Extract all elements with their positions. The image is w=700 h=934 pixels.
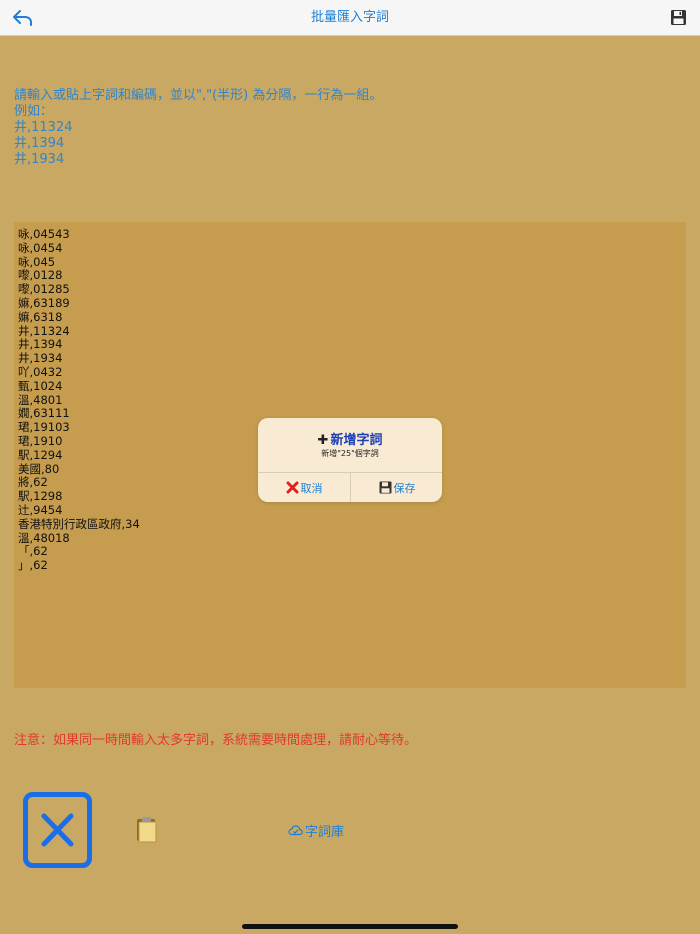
home-indicator	[242, 924, 458, 929]
clipboard-icon	[137, 817, 157, 843]
dialog-save-button[interactable]: 保存	[351, 473, 443, 502]
editor-line: 咏,045	[18, 254, 56, 269]
save-label: 保存	[393, 481, 416, 495]
editor-line: 嚟,0128	[18, 268, 63, 283]
editor-line: 辻,9454	[18, 502, 63, 517]
editor-line: 美國,80	[18, 461, 60, 476]
editor-line: 嫲,6318	[18, 309, 63, 324]
editor-line: 將,62	[18, 475, 48, 490]
editor-line: 溫,48018	[18, 530, 70, 545]
example-heading: 例如：	[14, 104, 54, 119]
add-words-dialog: ✚ 新增字詞 新增"25"個字詞 取消 保存	[258, 418, 442, 502]
close-button[interactable]	[23, 792, 92, 868]
editor-line: 嫲,63189	[18, 295, 70, 310]
editor-line: 「,62	[18, 544, 48, 559]
editor-line: 吖,0432	[18, 364, 63, 379]
editor-line: 駅,1294	[18, 447, 63, 462]
navigation-bar: 批量匯入字詞	[0, 0, 700, 36]
editor-line: 珺,19103	[18, 420, 70, 435]
dialog-title-text: 新增字詞	[330, 433, 383, 448]
instruction-text: 請輸入或貼上字詞和編碼，並以","(半形) 為分隔，一行為一組。	[14, 88, 383, 103]
floppy-disk-icon	[379, 481, 391, 494]
instructions: 請輸入或貼上字詞和編碼，並以","(半形) 為分隔，一行為一組。 例如： 井,1…	[14, 88, 382, 168]
cancel-label: 取消	[300, 481, 323, 495]
paste-button[interactable]	[134, 815, 160, 843]
editor-line: 咏,0454	[18, 240, 63, 255]
processing-notice: 注意：如果同一時間輸入太多字詞，系統需要時間處理，請耐心等待。	[14, 733, 418, 748]
dictionary-label: 字詞庫	[305, 824, 345, 840]
example-line: 井,1394	[14, 136, 65, 151]
editor-line: 珺,1910	[18, 433, 63, 448]
dialog-title: ✚ 新增字詞	[258, 429, 442, 448]
cloud-icon	[288, 825, 303, 836]
editor-line: 井,1394	[18, 337, 63, 352]
editor-line: 香港特別行政區政府,34	[18, 516, 140, 531]
dialog-cancel-button[interactable]: 取消	[258, 473, 350, 502]
page-title: 批量匯入字詞	[310, 10, 389, 25]
editor-line: 井,1934	[18, 351, 63, 366]
dictionary-button[interactable]: 字詞庫	[288, 820, 344, 840]
dialog-message: 新增"25"個字詞	[321, 449, 379, 458]
cross-mark-icon	[286, 481, 298, 494]
editor-line: 」,62	[18, 558, 48, 573]
editor-line: 井,11324	[18, 323, 70, 338]
plus-icon: ✚	[317, 433, 329, 448]
editor-line: 溫,4801	[18, 392, 63, 407]
editor-lines: 咏,04543 咏,0454 咏,045 嚟,0128 嚟,01285 嫲,63…	[18, 227, 140, 573]
editor-line: 咏,04543	[18, 227, 70, 241]
editor-line: 嚟,01285	[18, 282, 70, 297]
floppy-disk-icon	[671, 10, 686, 25]
save-button[interactable]	[670, 9, 687, 26]
editor-line: 嫺,63111	[18, 406, 70, 421]
example-line: 井,11324	[14, 120, 73, 135]
example-line: 井,1934	[14, 152, 65, 167]
editor-line: 駅,1298	[18, 489, 63, 504]
editor-line: 甄,1024	[18, 378, 63, 393]
close-x-icon	[23, 792, 92, 868]
